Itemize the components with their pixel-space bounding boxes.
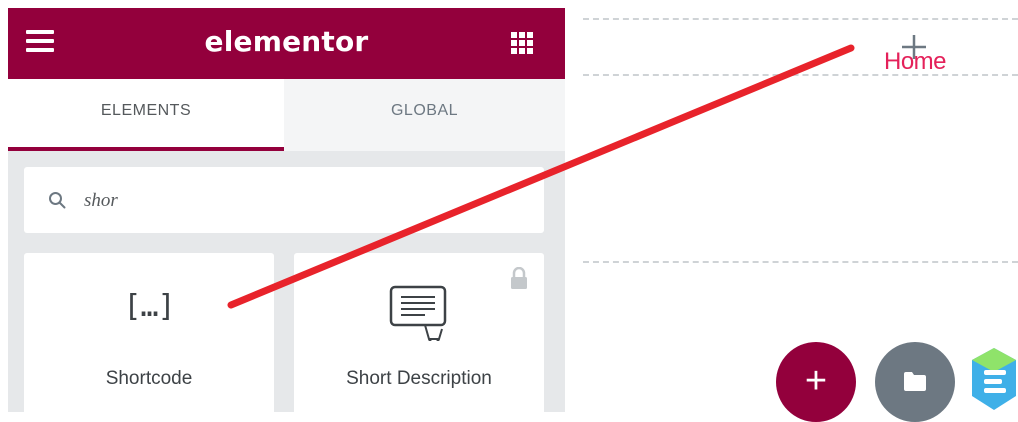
- folder-icon: [904, 372, 926, 391]
- section-border-lower: [583, 261, 1018, 263]
- search-input[interactable]: [82, 185, 526, 217]
- home-menu-link[interactable]: Home: [884, 48, 947, 76]
- widget-label: Shortcode: [105, 368, 193, 389]
- widget-label: Short Description: [346, 368, 492, 389]
- tab-elements[interactable]: ELEMENTS: [8, 79, 284, 151]
- section-border-top: [583, 18, 1018, 20]
- tab-global[interactable]: GLOBAL: [284, 79, 565, 151]
- search-box: [24, 167, 544, 233]
- panel-tabs: ELEMENTS GLOBAL: [8, 79, 565, 151]
- apps-grid-icon[interactable]: [511, 32, 533, 54]
- section-border-bottom: [583, 74, 1018, 76]
- page-margin-top: [0, 0, 565, 8]
- brand-logo: elementor: [204, 25, 369, 58]
- widget-shortcode[interactable]: […] Shortcode: [24, 253, 274, 412]
- elementskit-logo-icon[interactable]: [970, 344, 1018, 412]
- editor-panel: elementor ELEMENTS GLOBAL […] Shortcode: [8, 8, 565, 412]
- panel-header: elementor: [8, 8, 565, 79]
- lock-icon: [511, 267, 527, 289]
- shortcode-icon: […]: [123, 289, 175, 324]
- add-section-button[interactable]: +: [776, 342, 856, 422]
- page-margin-left: [0, 0, 8, 412]
- short-description-icon: [389, 285, 447, 341]
- widget-short-description[interactable]: Short Description: [294, 253, 544, 412]
- search-icon: [49, 192, 66, 209]
- add-template-button[interactable]: [875, 342, 955, 422]
